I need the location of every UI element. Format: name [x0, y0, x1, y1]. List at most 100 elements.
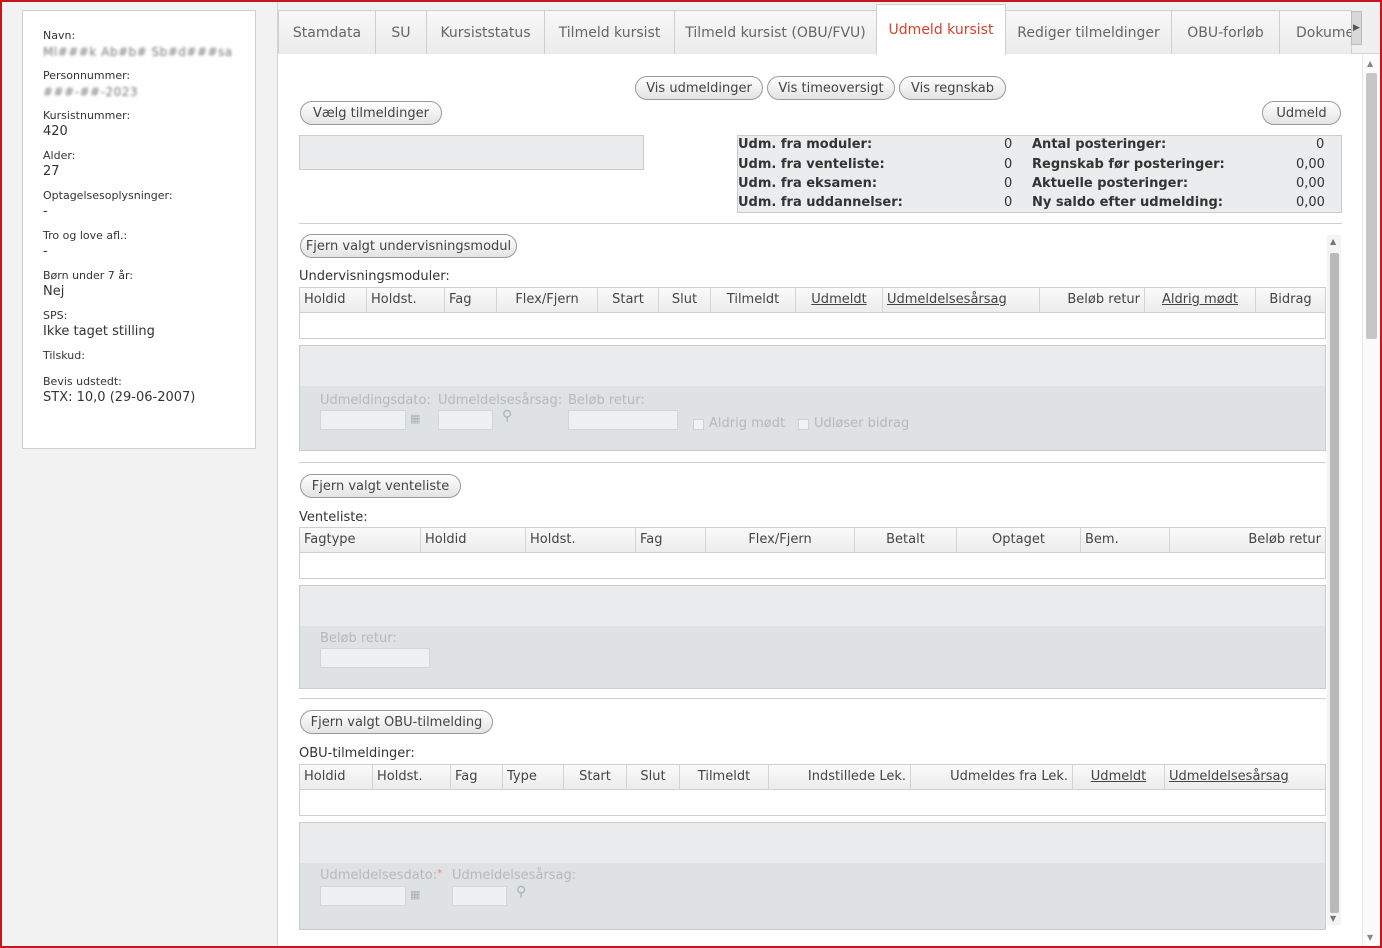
- col-slut[interactable]: Slut: [626, 765, 679, 790]
- col-betalt[interactable]: Betalt: [854, 528, 956, 553]
- form-band: [300, 626, 1325, 688]
- udmeldingsdato-label: Udmeldingsdato:: [320, 393, 431, 408]
- udmeldelsesdato-input[interactable]: [320, 886, 406, 906]
- calendar-icon[interactable]: ▦: [410, 888, 420, 901]
- beloeb-retur-label: Beløb retur:: [568, 393, 645, 408]
- tab-kursiststatus[interactable]: Kursiststatus: [426, 10, 545, 54]
- udloeser-bidrag-checkbox[interactable]: [798, 419, 809, 430]
- udmeldingsdato-input[interactable]: [320, 410, 406, 430]
- col-slut[interactable]: Slut: [658, 288, 710, 313]
- col-holdst[interactable]: Holdst.: [372, 765, 450, 790]
- col-fag[interactable]: Fag: [635, 528, 705, 553]
- inner-scrollbar[interactable]: ▲ ▼: [1327, 235, 1341, 925]
- moduler-title: Undervisningsmoduler:: [299, 269, 450, 284]
- vis-timeoversigt-button[interactable]: Vis timeoversigt: [767, 76, 895, 100]
- udmeld-content: Vis udmeldinger Vis timeoversigt Vis reg…: [279, 55, 1361, 946]
- col-beloeb-retur[interactable]: Beløb retur: [1169, 528, 1325, 553]
- name-value: Ml###k Ab#b# Sb#d###sa: [43, 45, 233, 59]
- udmeldelsesaarsag-label: Udmeldelsesårsag:: [452, 868, 577, 883]
- vaelg-tilmeldinger-button[interactable]: Vælg tilmeldinger: [300, 101, 442, 125]
- vis-regnskab-button[interactable]: Vis regnskab: [899, 76, 1006, 100]
- tab-tilmeld-obu[interactable]: Tilmeld kursist (OBU/FVU): [674, 10, 877, 54]
- summary-saldo-value: 0,00: [1296, 195, 1325, 210]
- summary-posteringer-label: Antal posteringer:: [1032, 137, 1167, 152]
- col-bidrag[interactable]: Bidrag: [1255, 288, 1325, 313]
- scroll-up-icon: ▲: [1330, 237, 1337, 246]
- left-pane: Navn: Ml###k Ab#b# Sb#d###sa Personnumme…: [2, 2, 278, 946]
- col-holdst[interactable]: Holdst.: [366, 288, 444, 313]
- col-holdid[interactable]: Holdid: [420, 528, 525, 553]
- page-scrollbar[interactable]: ▲ ▼: [1362, 55, 1380, 946]
- inner-scroll-thumb[interactable]: [1330, 253, 1339, 913]
- udmeldelsesaarsag-input[interactable]: [438, 410, 493, 430]
- venteliste-form: Beløb retur:: [299, 585, 1326, 689]
- alder-label: Alder:: [43, 149, 76, 162]
- divider: [299, 462, 1326, 463]
- col-flex-fjern[interactable]: Flex/Fjern: [705, 528, 854, 553]
- sps-value: Ikke taget stilling: [43, 324, 155, 339]
- summary-moduler-value: 0: [1004, 137, 1013, 152]
- tab-stamdata[interactable]: Stamdata: [278, 10, 376, 54]
- calendar-icon[interactable]: ▦: [410, 412, 420, 425]
- summary-saldo-label: Ny saldo efter udmelding:: [1032, 195, 1223, 210]
- udmeldelsesaarsag-input[interactable]: [452, 886, 507, 906]
- col-bem[interactable]: Bem.: [1080, 528, 1169, 553]
- tab-rediger[interactable]: Rediger tilmeldinger: [1005, 10, 1172, 54]
- col-udmeldes-fra-lek[interactable]: Udmeldes fra Lek.: [910, 765, 1072, 790]
- bevis-label: Bevis udstedt:: [43, 375, 122, 388]
- search-icon[interactable]: ⚲: [502, 408, 512, 424]
- scroll-down-icon: ▼: [1367, 933, 1374, 942]
- cpr-value: ###-##-2023: [43, 85, 138, 99]
- col-type[interactable]: Type: [502, 765, 563, 790]
- col-holdid[interactable]: Holdid: [300, 765, 372, 790]
- col-beloeb-retur[interactable]: Beløb retur: [1039, 288, 1144, 313]
- udmeld-button[interactable]: Udmeld: [1262, 101, 1341, 125]
- col-udmeldt[interactable]: Udmeldt: [1072, 765, 1164, 790]
- col-start[interactable]: Start: [563, 765, 626, 790]
- col-start[interactable]: Start: [597, 288, 658, 313]
- fjern-venteliste-button[interactable]: Fjern valgt venteliste: [300, 474, 461, 498]
- tab-obu-forloeb[interactable]: OBU-forløb: [1171, 10, 1280, 54]
- col-udmeldelsesaarsag[interactable]: Udmeldelsesårsag: [1164, 765, 1325, 790]
- col-aldrig-moedt[interactable]: Aldrig mødt: [1144, 288, 1255, 313]
- col-fag[interactable]: Fag: [444, 288, 496, 313]
- col-indstillede-lek[interactable]: Indstillede Lek.: [768, 765, 910, 790]
- beloeb-retur-input[interactable]: [568, 410, 678, 430]
- summary-aktuelle-label: Aktuelle posteringer:: [1032, 176, 1189, 191]
- search-icon[interactable]: ⚲: [516, 884, 526, 900]
- col-fagtype[interactable]: Fagtype: [300, 528, 420, 553]
- fjern-obu-button[interactable]: Fjern valgt OBU-tilmelding: [300, 710, 493, 734]
- col-holdst[interactable]: Holdst.: [525, 528, 635, 553]
- alder-value: 27: [43, 164, 60, 179]
- col-udmeldelsesaarsag[interactable]: Udmeldelsesårsag: [882, 288, 1039, 313]
- moduler-table-header: Holdid Holdst. Fag Flex/Fjern Start Slut…: [300, 288, 1325, 313]
- aldrig-moedt-checkbox[interactable]: [693, 419, 704, 430]
- col-fag[interactable]: Fag: [450, 765, 502, 790]
- vis-udmeldinger-button[interactable]: Vis udmeldinger: [635, 76, 763, 100]
- summary-venteliste-label: Udm. fra venteliste:: [738, 157, 885, 172]
- page-scroll-thumb[interactable]: [1366, 73, 1377, 339]
- beloeb-retur-input[interactable]: [320, 648, 430, 668]
- summary-uddannelser-label: Udm. fra uddannelser:: [738, 195, 903, 210]
- udmeldelsesdato-label: Udmeldelsesdato:*: [320, 868, 443, 883]
- col-optaget[interactable]: Optaget: [956, 528, 1080, 553]
- summary-posteringer-value: 0: [1316, 137, 1325, 152]
- col-holdid[interactable]: Holdid: [300, 288, 366, 313]
- summary-eksamen-label: Udm. fra eksamen:: [738, 176, 878, 191]
- bevis-value: STX: 10,0 (29-06-2007): [43, 390, 196, 405]
- col-tilmeldt[interactable]: Tilmeldt: [679, 765, 768, 790]
- summary-venteliste-value: 0: [1004, 157, 1013, 172]
- tab-bar: Stamdata SU Kursiststatus Tilmeld kursis…: [278, 2, 1380, 55]
- col-udmeldt[interactable]: Udmeldt: [795, 288, 882, 313]
- tilskud-value: [43, 363, 255, 367]
- tro-label: Tro og love afl.:: [43, 229, 128, 242]
- fjern-modul-button[interactable]: Fjern valgt undervisningsmodul: [300, 234, 517, 258]
- col-tilmeldt[interactable]: Tilmeldt: [710, 288, 795, 313]
- tab-scroll-right[interactable]: ▶: [1351, 11, 1362, 45]
- tab-dokumenter[interactable]: Dokumenter: [1279, 10, 1352, 54]
- tab-tilmeld[interactable]: Tilmeld kursist: [544, 10, 675, 54]
- col-flex-fjern[interactable]: Flex/Fjern: [496, 288, 597, 313]
- tab-udmeld[interactable]: Udmeld kursist: [876, 4, 1006, 55]
- sps-label: SPS:: [43, 309, 68, 322]
- tab-su[interactable]: SU: [375, 10, 427, 54]
